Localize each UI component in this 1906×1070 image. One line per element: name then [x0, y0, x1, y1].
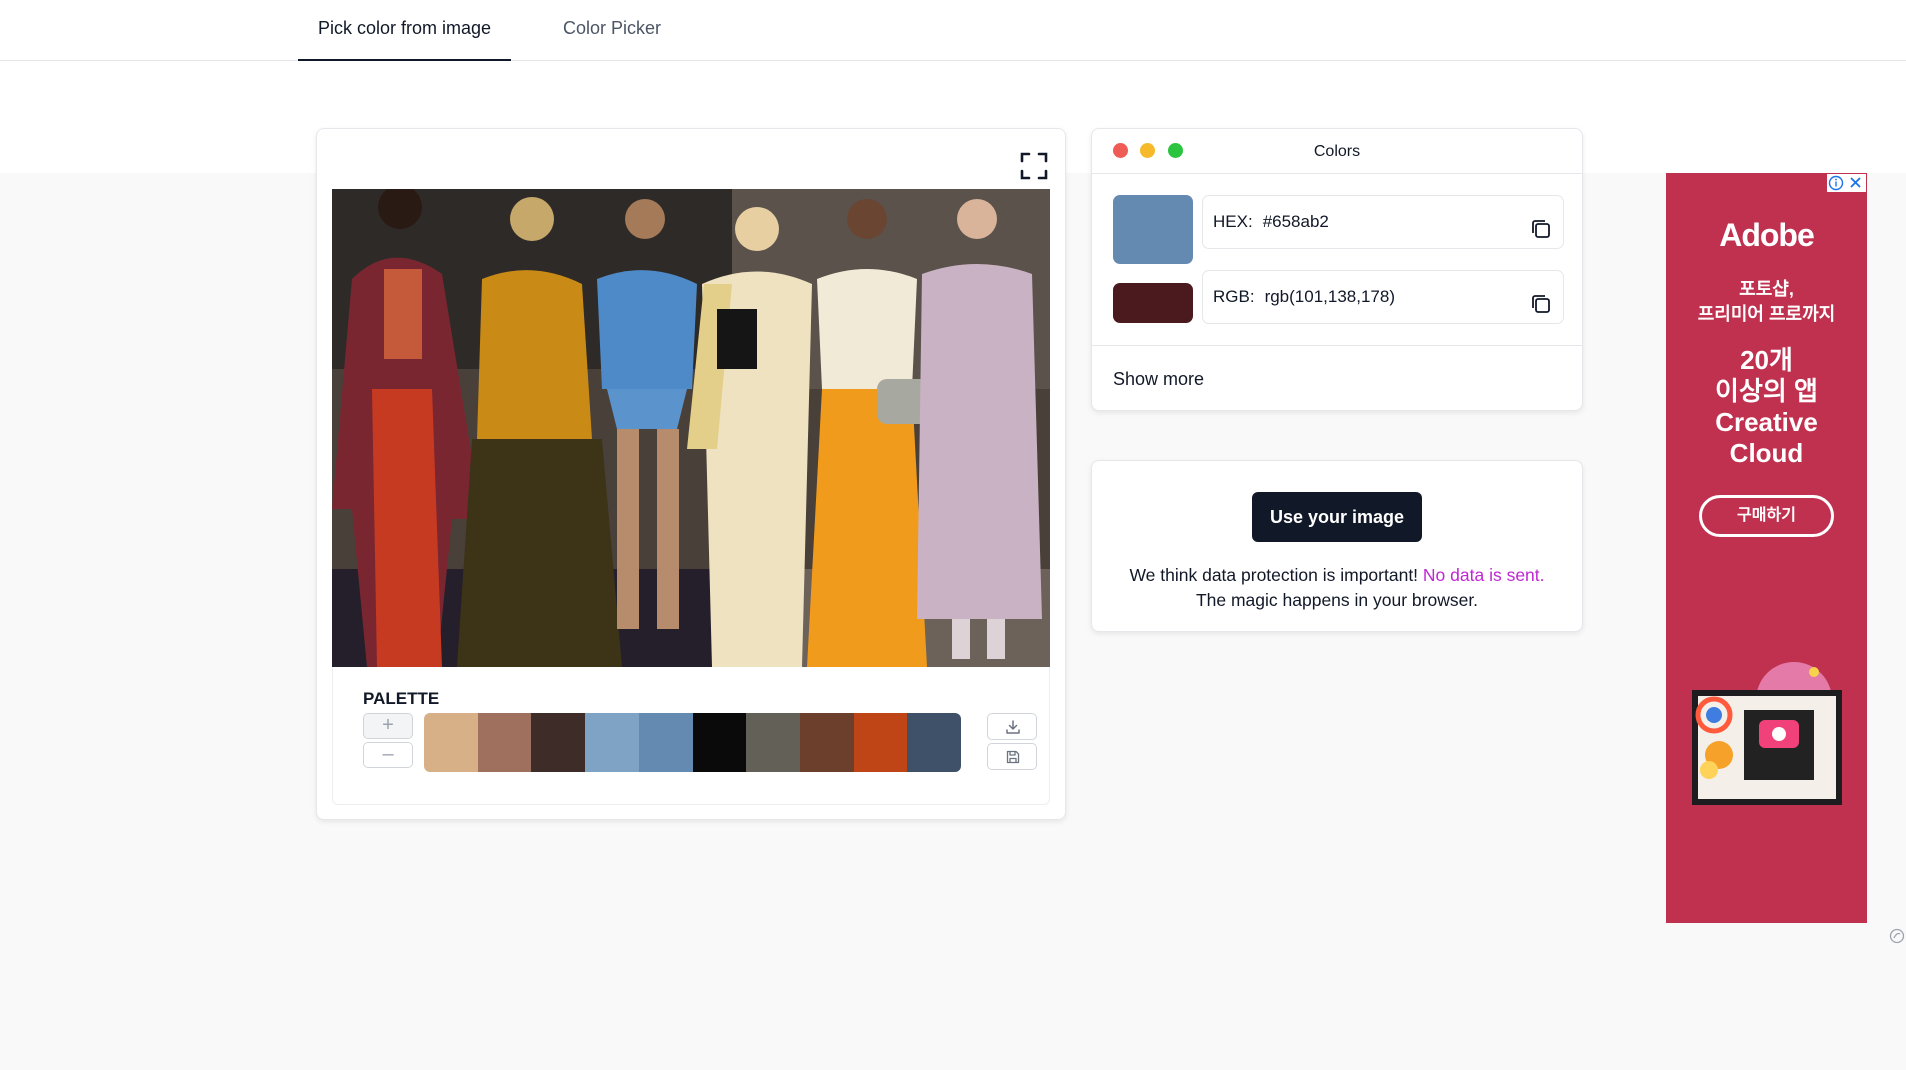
remove-color-button[interactable]: –: [363, 742, 413, 768]
download-palette-button[interactable]: [987, 713, 1037, 740]
palette-swatches: [424, 713, 961, 772]
palette-panel: PALETTE + –: [332, 667, 1050, 805]
ad-brand-logo: Adobe: [1719, 217, 1815, 253]
show-more-link[interactable]: Show more: [1113, 369, 1204, 390]
save-icon: [1006, 750, 1020, 764]
use-your-image-button[interactable]: Use your image: [1252, 492, 1422, 542]
download-icon: [1006, 720, 1020, 734]
source-image[interactable]: [332, 189, 1050, 667]
rgb-value: rgb(101,138,178): [1264, 287, 1395, 306]
no-data-sent-text: No data is sent.: [1422, 565, 1545, 585]
image-card: PALETTE + –: [316, 128, 1066, 820]
top-navigation: Pick color from image Color Picker: [0, 0, 1906, 61]
ad-info-icon[interactable]: [1827, 174, 1845, 192]
secondary-color-swatch: [1113, 283, 1193, 323]
hex-label: HEX:: [1213, 212, 1253, 231]
browser-magic-text: The magic happens in your browser.: [1195, 590, 1479, 610]
fullscreen-icon[interactable]: [1019, 151, 1049, 181]
palette-swatch[interactable]: [424, 713, 478, 772]
palette-swatch[interactable]: [638, 713, 693, 772]
privacy-note: We think data protection is important! N…: [1092, 563, 1582, 613]
tab-color-picker[interactable]: Color Picker: [543, 0, 681, 61]
palette-swatch[interactable]: [585, 713, 639, 772]
ad-subheading-line: 프리미어 프로까지: [1697, 304, 1836, 324]
ad-illustration: [1684, 660, 1854, 815]
add-color-button[interactable]: +: [363, 713, 413, 739]
ad-heading-line: Cloud: [1729, 438, 1804, 468]
divider: [1092, 173, 1582, 174]
ad-buy-button[interactable]: 구매하기: [1699, 495, 1834, 537]
palette-swatch[interactable]: [531, 713, 586, 772]
copy-icon[interactable]: [1529, 285, 1553, 313]
privacy-text: We think data protection is important!: [1129, 565, 1419, 585]
palette-swatch[interactable]: [799, 713, 854, 772]
palette-swatch[interactable]: [692, 713, 747, 772]
palette-title: PALETTE: [363, 689, 440, 708]
ad-heading-line: Creative: [1715, 407, 1818, 437]
copy-icon[interactable]: [1529, 210, 1553, 238]
colors-title: Colors: [1313, 143, 1361, 160]
ad-heading: 20개 이상의 앱 Creative Cloud: [1666, 345, 1867, 469]
ad-close-icon[interactable]: [1845, 174, 1866, 192]
upload-panel: Use your image We think data protection …: [1091, 460, 1583, 632]
ad-heading-line: 이상의 앱: [1715, 376, 1818, 406]
ad-choices-icon[interactable]: [1889, 928, 1905, 944]
primary-color-swatch: [1113, 195, 1193, 264]
palette-swatch[interactable]: [746, 713, 800, 772]
colors-panel: Colors HEX: #658ab2 RGB: rgb(101,138,178) …: [1091, 128, 1583, 411]
save-palette-button[interactable]: [987, 743, 1037, 770]
ad-subheading: 포토샵, 프리미어 프로까지: [1666, 277, 1867, 327]
palette-swatch[interactable]: [907, 713, 961, 772]
rgb-field[interactable]: RGB: rgb(101,138,178): [1202, 270, 1564, 324]
rgb-label: RGB:: [1213, 287, 1255, 306]
hex-value: #658ab2: [1262, 212, 1329, 231]
hex-field[interactable]: HEX: #658ab2: [1202, 195, 1564, 249]
palette-swatch[interactable]: [853, 713, 908, 772]
ad-subheading-line: 포토샵,: [1739, 279, 1794, 299]
palette-swatch[interactable]: [477, 713, 532, 772]
ad-heading-line: 20개: [1740, 345, 1793, 375]
divider: [1092, 345, 1582, 346]
advertisement-banner[interactable]: Adobe 포토샵, 프리미어 프로까지 20개 이상의 앱 Creative …: [1666, 173, 1867, 923]
tab-pick-color-from-image[interactable]: Pick color from image: [298, 0, 512, 61]
